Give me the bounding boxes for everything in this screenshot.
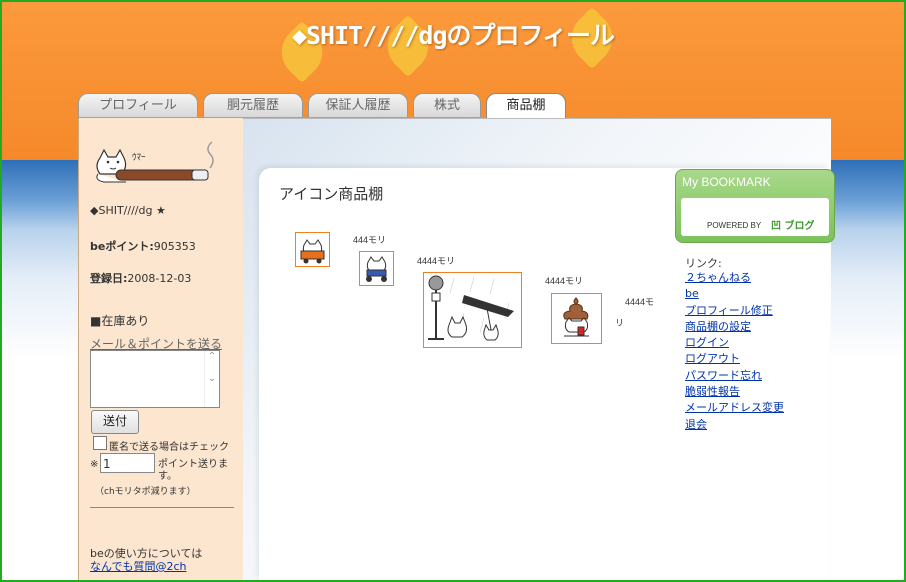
shelf-item[interactable] xyxy=(359,251,394,286)
blog-brand: ブログ xyxy=(784,221,815,232)
textarea-scrollbar[interactable]: ⌃ ⌄ xyxy=(204,351,219,407)
message-textarea[interactable]: ⌃ ⌄ xyxy=(90,350,220,408)
shelf-title: アイコン商品棚 xyxy=(279,185,384,203)
links-list: ２ちゃんねる be プロフィール修正 商品棚の設定 ログイン ログアウト パスワ… xyxy=(685,270,825,433)
link-be[interactable]: be xyxy=(685,286,825,302)
shelf-item[interactable] xyxy=(423,272,522,348)
stock-status: ■在庫あり xyxy=(90,314,150,328)
points-suffix: ポイント送ります。 xyxy=(158,459,228,482)
blog-logo: 凹 ブログ xyxy=(771,221,815,232)
item-price-fragment: リ xyxy=(615,318,625,328)
bookmark-title: My BOOKMARK xyxy=(682,175,771,189)
divider xyxy=(90,507,234,508)
shelf-item[interactable] xyxy=(551,293,602,344)
rainy-bus-stop-icon xyxy=(428,275,514,341)
link-logout[interactable]: ログアウト xyxy=(685,351,825,367)
avatar-caption: ｳﾏｰ xyxy=(132,152,146,162)
link-change-email[interactable]: メールアドレス変更 xyxy=(685,400,825,416)
be-points-label: beポイント: xyxy=(90,240,154,253)
points-note: （chモリタポ減ります） xyxy=(95,487,196,497)
cat-scooter-icon xyxy=(366,256,387,282)
poop-cat-icon xyxy=(563,297,589,337)
username: ◆SHIT////dg ★ xyxy=(90,204,166,217)
item-price: 4444モリ xyxy=(417,256,456,266)
anonymous-checkbox[interactable] xyxy=(93,436,107,450)
be-points: beポイント:905353 xyxy=(90,238,196,254)
registered-value: 2008-12-03 xyxy=(127,272,192,285)
shelf-item[interactable] xyxy=(295,232,330,267)
registered-label: 登録日: xyxy=(90,272,128,285)
bookmark-body: POWERED BY 凹 ブログ xyxy=(681,198,829,236)
help-link[interactable]: なんでも質問@2ch xyxy=(90,558,186,574)
link-edit-profile[interactable]: プロフィール修正 xyxy=(685,303,825,319)
avatar: ｳﾏｰ xyxy=(92,138,218,191)
tab-guarantor-history[interactable]: 保証人履歴 xyxy=(308,93,408,117)
bookmark-widget[interactable]: My BOOKMARK POWERED BY 凹 ブログ xyxy=(675,169,835,243)
send-button[interactable]: 送付 xyxy=(91,410,139,434)
links-heading: リンク: xyxy=(685,257,722,270)
link-forgot-password[interactable]: パスワード忘れ xyxy=(685,368,825,384)
link-login[interactable]: ログイン xyxy=(685,335,825,351)
points-input[interactable]: 1 xyxy=(100,453,155,473)
tab-profile[interactable]: プロフィール xyxy=(78,93,198,117)
be-points-value: 905353 xyxy=(153,240,196,253)
link-vulnerability-report[interactable]: 脆弱性報告 xyxy=(685,384,825,400)
tab-shelf[interactable]: 商品棚 xyxy=(486,93,566,118)
anonymous-label: 匿名で送る場合はチェック xyxy=(109,442,229,453)
link-2channel[interactable]: ２ちゃんねる xyxy=(685,270,825,286)
cat-cart-icon xyxy=(300,239,325,264)
link-unsubscribe[interactable]: 退会 xyxy=(685,417,825,433)
powered-by-text: POWERED BY xyxy=(707,221,762,230)
item-price: 444モリ xyxy=(353,235,387,245)
tab-stocks[interactable]: 株式 xyxy=(413,93,481,117)
page-title: ◆SHIT////dgのプロフィール xyxy=(291,21,615,50)
tab-bookie-history[interactable]: 胴元履歴 xyxy=(203,93,303,117)
item-price: 4444モリ xyxy=(545,276,584,286)
item-price: 4444モ xyxy=(625,297,655,307)
window-frame: ◆SHIT////dgのプロフィール プロフィール 胴元履歴 保証人履歴 株式 … xyxy=(0,0,906,582)
registered-date: 登録日:2008-12-03 xyxy=(90,270,191,286)
link-shelf-settings[interactable]: 商品棚の設定 xyxy=(685,319,825,335)
points-prefix: ※ xyxy=(90,459,99,470)
